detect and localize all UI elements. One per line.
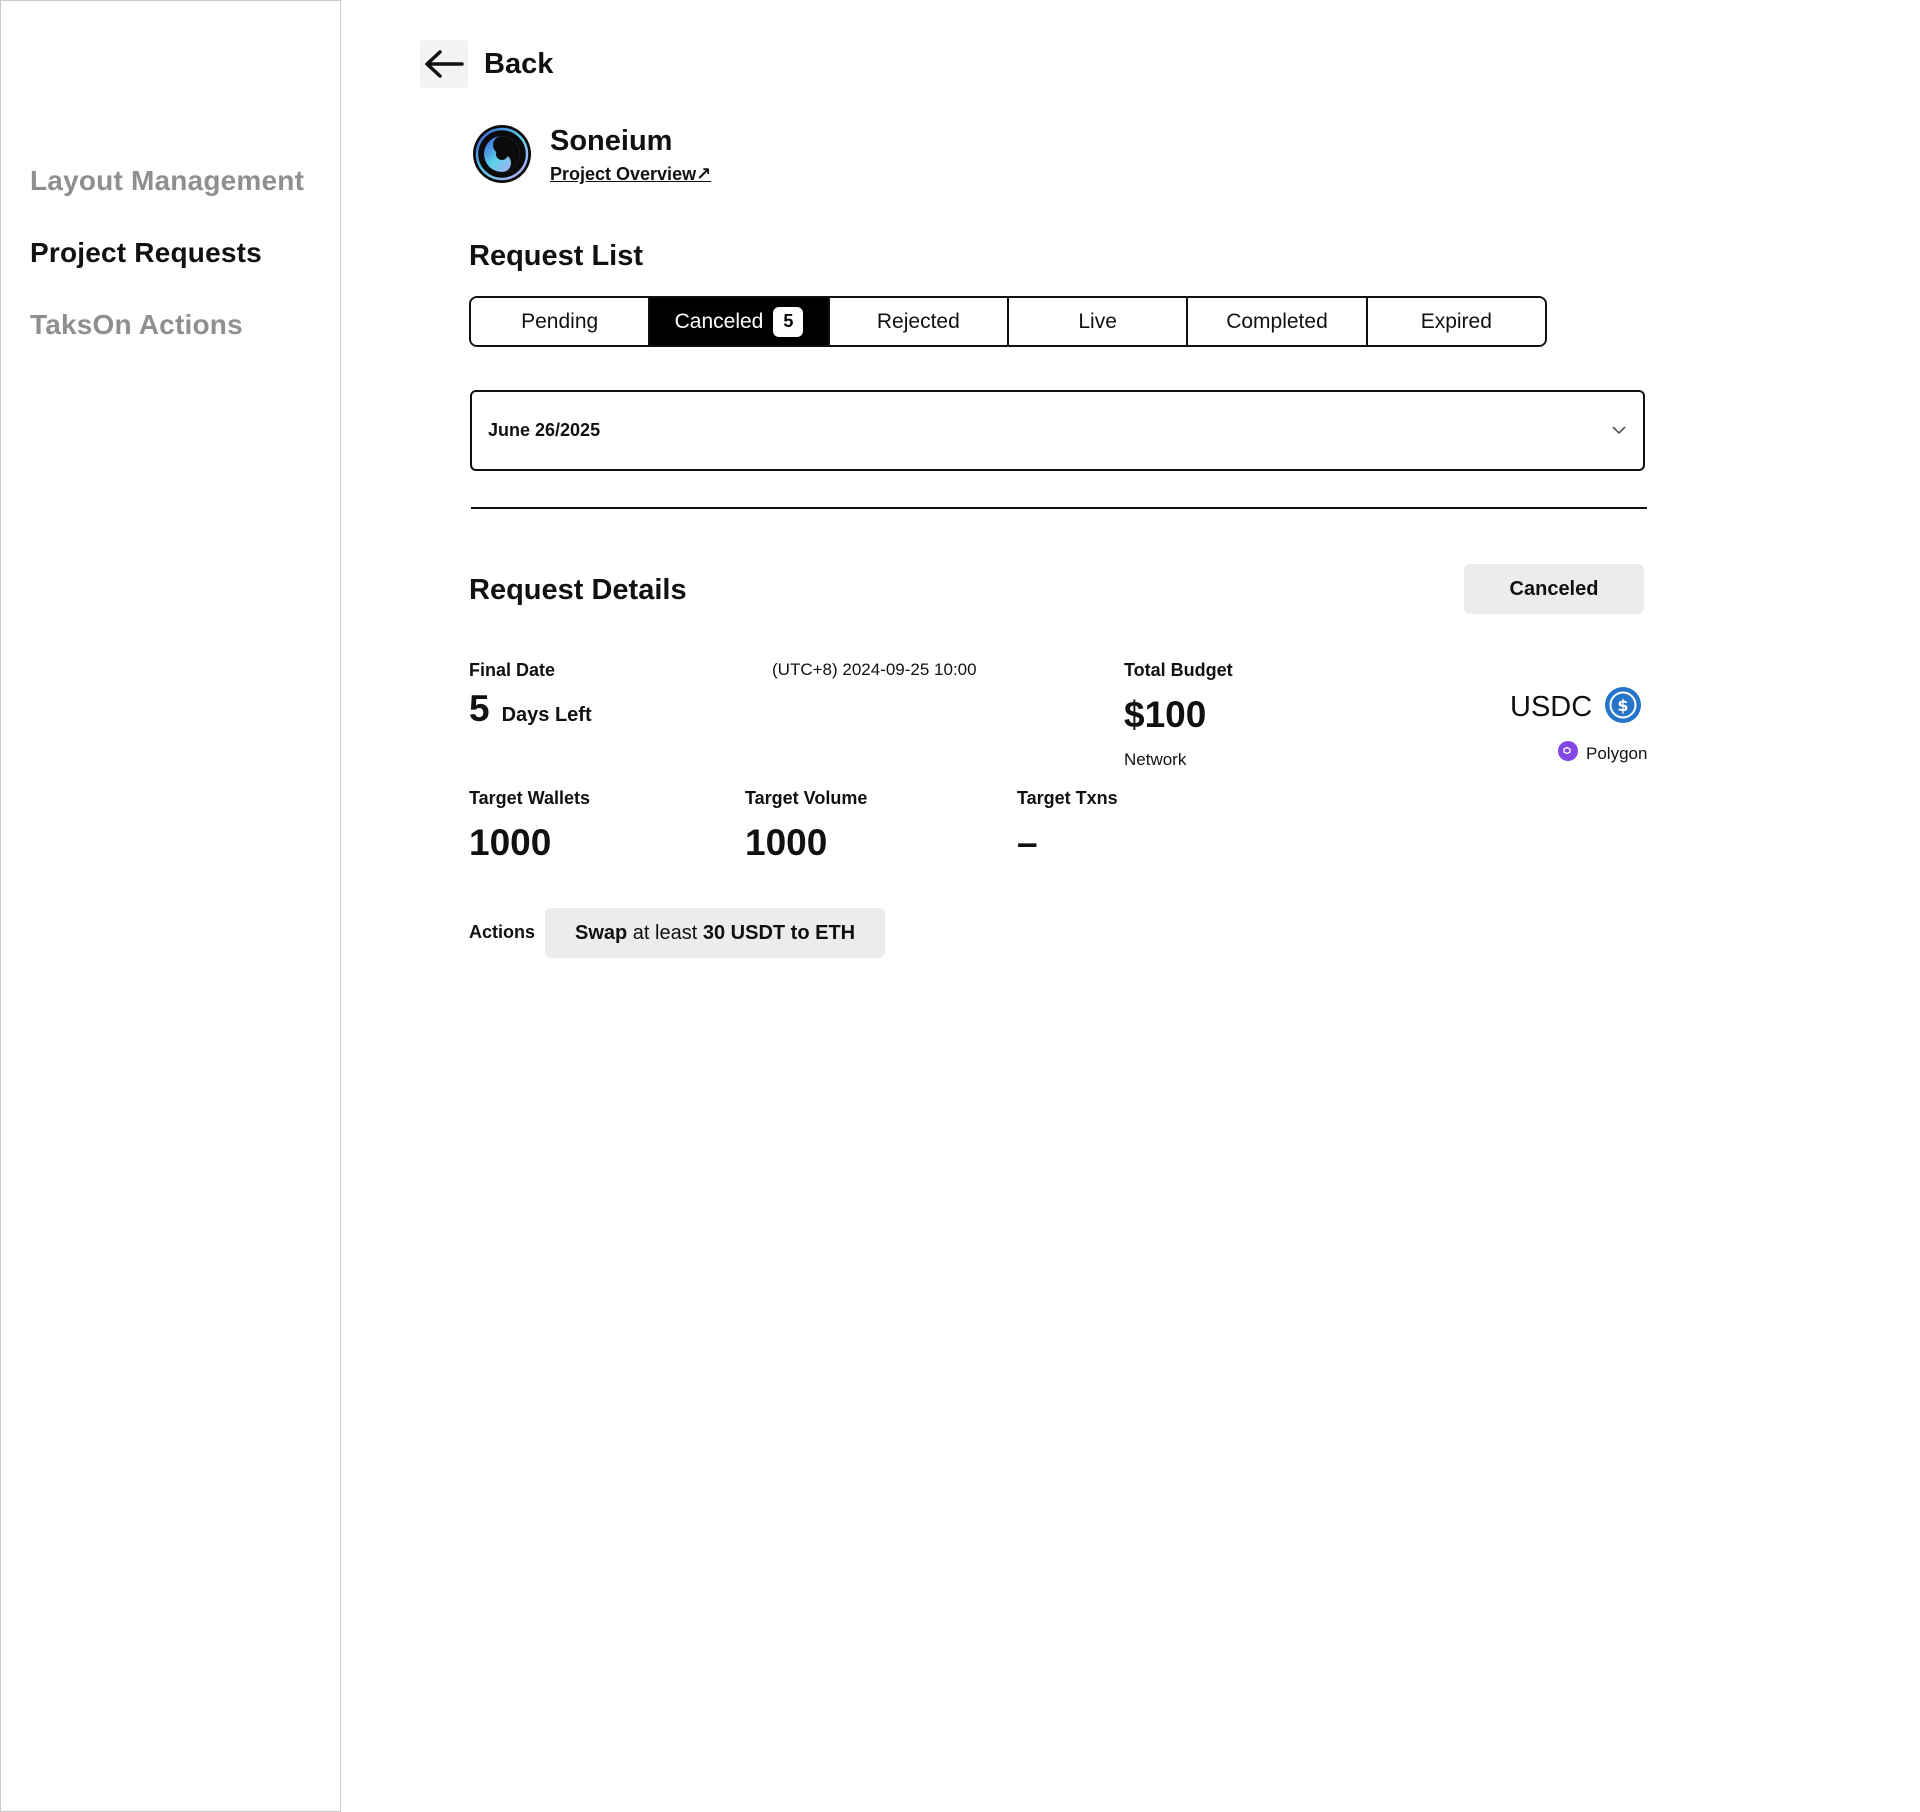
back-button[interactable]: Back bbox=[420, 40, 553, 88]
tab-completed[interactable]: Completed bbox=[1188, 298, 1368, 345]
days-left-number: 5 bbox=[469, 688, 490, 729]
tab-label: Pending bbox=[521, 309, 599, 333]
action-mid: at least bbox=[627, 921, 703, 944]
tab-rejected[interactable]: Rejected bbox=[829, 298, 1009, 345]
tab-live[interactable]: Live bbox=[1008, 298, 1189, 345]
sidebar-item-takson-actions[interactable]: TaksOn Actions bbox=[30, 309, 243, 341]
tab-label: Rejected bbox=[876, 309, 960, 333]
svg-text:$: $ bbox=[1618, 696, 1629, 715]
sidebar-item-project-requests[interactable]: Project Requests bbox=[30, 237, 262, 269]
request-details-title: Request Details bbox=[469, 574, 687, 606]
network-label: Network bbox=[1124, 750, 1187, 769]
total-budget-label: Total Budget bbox=[1124, 660, 1233, 680]
date-select[interactable]: June 26/2025 bbox=[470, 390, 1645, 471]
project-overview-link[interactable]: Project Overview↗ bbox=[550, 164, 711, 185]
action-amount: 30 USDT bbox=[702, 921, 786, 944]
final-date-value: (UTC+8) 2024-09-25 10:00 bbox=[772, 660, 977, 679]
final-date-label: Final Date bbox=[469, 660, 556, 680]
tab-pending[interactable]: Pending bbox=[471, 298, 651, 345]
polygon-icon bbox=[1558, 741, 1578, 766]
arrow-left-icon bbox=[420, 40, 468, 88]
request-list-title: Request List bbox=[469, 240, 644, 272]
currency: USDC $ bbox=[1510, 686, 1642, 729]
days-left: 5 Days Left bbox=[469, 688, 592, 730]
request-status-tabs: Pending Canceled 5 Rejected Live Complet… bbox=[469, 296, 1547, 347]
soneium-logo-icon bbox=[472, 124, 532, 184]
target-wallets-label: Target Wallets bbox=[469, 788, 591, 808]
action-chip[interactable]: Swap at least 30 USDT to ETH bbox=[545, 908, 886, 958]
back-label: Back bbox=[484, 47, 554, 80]
currency-label: USDC bbox=[1510, 691, 1593, 723]
tab-label: Expired bbox=[1420, 309, 1492, 333]
chevron-down-icon bbox=[1611, 422, 1627, 440]
network-value: Polygon bbox=[1586, 743, 1648, 763]
tab-canceled[interactable]: Canceled 5 bbox=[650, 298, 830, 345]
total-budget-value: $100 bbox=[1124, 694, 1207, 735]
tab-label: Canceled bbox=[674, 309, 764, 333]
sidebar: Layout Management Project Requests TaksO… bbox=[0, 0, 341, 1812]
usdc-icon: $ bbox=[1604, 686, 1642, 729]
days-left-text: Days Left bbox=[501, 704, 592, 726]
tab-expired[interactable]: Expired bbox=[1367, 298, 1545, 345]
action-verb: Swap bbox=[575, 921, 628, 944]
target-volume-label: Target Volume bbox=[745, 788, 868, 808]
tab-label: Live bbox=[1078, 309, 1117, 333]
sidebar-item-layout-management[interactable]: Layout Management bbox=[30, 165, 304, 197]
target-wallets-value: 1000 bbox=[469, 822, 552, 863]
divider bbox=[471, 507, 1647, 509]
action-to: to bbox=[785, 921, 816, 944]
count-badge: 5 bbox=[773, 306, 804, 337]
target-txns-label: Target Txns bbox=[1017, 788, 1118, 808]
status-badge: Canceled bbox=[1464, 564, 1644, 614]
network: Polygon bbox=[1558, 741, 1647, 766]
project-name: Soneium bbox=[550, 125, 673, 157]
date-select-value: June 26/2025 bbox=[488, 420, 601, 440]
target-txns-value: – bbox=[1017, 822, 1038, 863]
target-volume-value: 1000 bbox=[745, 822, 828, 863]
actions-label: Actions bbox=[469, 922, 536, 942]
tab-label: Completed bbox=[1226, 309, 1328, 333]
action-target: ETH bbox=[815, 921, 856, 944]
